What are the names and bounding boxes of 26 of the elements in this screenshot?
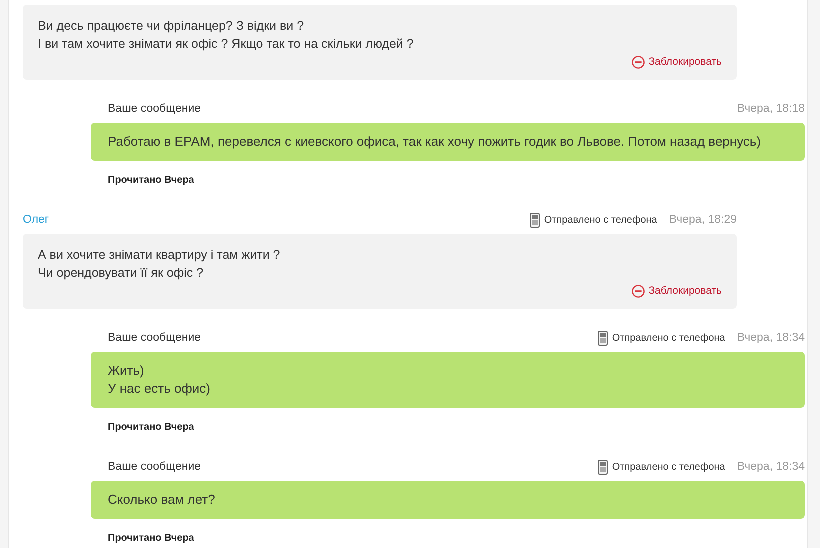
- sent-from-phone-label: Отправлено с телефона: [612, 461, 726, 475]
- read-status: Прочитано Вчера: [108, 174, 194, 186]
- block-icon: [632, 285, 645, 298]
- read-status: Прочитано Вчера: [108, 532, 194, 544]
- message-time: Вчера, 18:34: [737, 330, 805, 346]
- phone-icon: [598, 331, 608, 346]
- message-text: Работаю в ЕРАМ, перевелся с киевского офиса, так как хочу пожить годик во Львове. Потом назад вернусь): [108, 132, 762, 151]
- message-time: Вчера, 18:18: [737, 102, 805, 118]
- message-text: Жить) У нас есть офис): [108, 362, 212, 398]
- message-text: Ви десь працюєте чи фріланцер? З відки ви ? І ви там хочите знімати як офіс ? Якщо так то на скільки людей ?: [38, 18, 415, 53]
- message-time: Вчера, 18:34: [737, 460, 805, 475]
- sender-name: Ваше сообщение: [108, 460, 202, 475]
- read-status: Прочитано Вчера: [108, 422, 194, 432]
- sender-name: Ваше сообщение: [108, 102, 202, 118]
- block-button[interactable]: Заблокировать: [632, 284, 722, 300]
- block-icon: [632, 56, 645, 70]
- sent-from-phone-label: Отправлено с телефона: [612, 332, 726, 346]
- message-text: Сколько вам лет?: [108, 490, 216, 508]
- message-time: Вчера, 18:29: [669, 213, 737, 228]
- sent-from-phone-label: Отправлено с телефона: [544, 214, 658, 228]
- sender-name[interactable]: Олег: [23, 212, 50, 230]
- phone-icon: [530, 213, 540, 228]
- sender-name: Ваше сообщение: [108, 330, 202, 346]
- message-text: А ви хочите знімати квартиру і там жити ? Чи орендовувати її як офіс ?: [38, 246, 282, 282]
- block-button[interactable]: Заблокировать: [632, 55, 722, 71]
- phone-icon: [598, 460, 608, 475]
